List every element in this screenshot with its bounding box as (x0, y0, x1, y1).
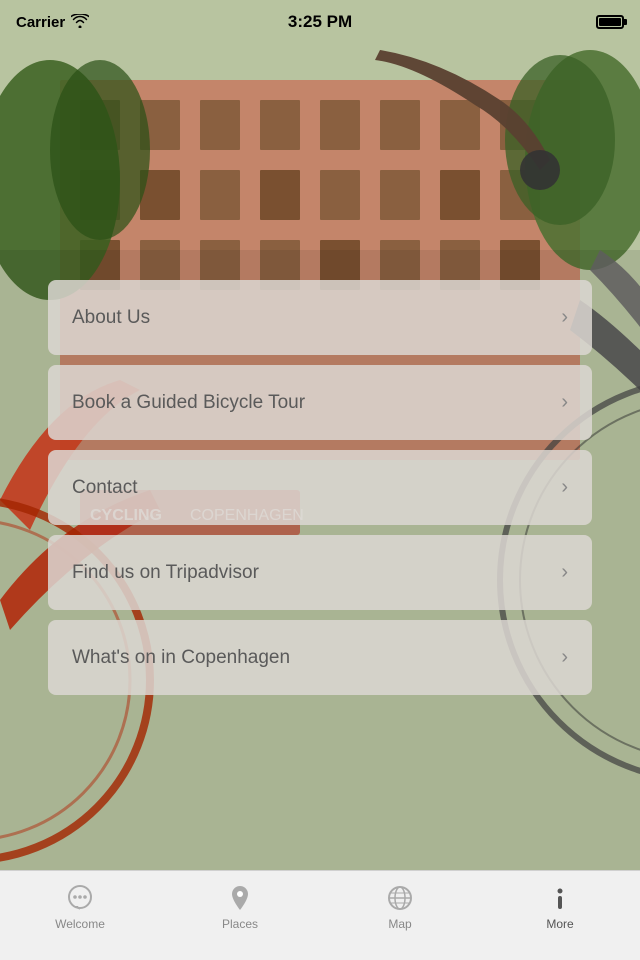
battery-icon (596, 15, 624, 29)
menu-item-whats-on[interactable]: What's on in Copenhagen › (48, 620, 592, 695)
menu-item-tripadvisor[interactable]: Find us on Tripadvisor › (48, 535, 592, 610)
menu-item-contact-label: Contact (72, 477, 137, 499)
tab-bar: Welcome Places Map (0, 870, 640, 960)
menu-item-book-tour[interactable]: Book a Guided Bicycle Tour › (48, 365, 592, 440)
wifi-icon (71, 14, 89, 31)
tab-more-label: More (546, 917, 573, 931)
tab-more[interactable]: More (480, 879, 640, 931)
menu-container: About Us › Book a Guided Bicycle Tour › … (48, 280, 592, 695)
chevron-icon-whats-on: › (561, 646, 568, 669)
chevron-icon-book-tour: › (561, 391, 568, 414)
tab-welcome-label: Welcome (55, 917, 105, 931)
status-bar: Carrier 3:25 PM (0, 0, 640, 44)
chevron-icon-contact: › (561, 476, 568, 499)
tab-places[interactable]: Places (160, 879, 320, 931)
tab-places-label: Places (222, 917, 258, 931)
menu-item-tripadvisor-label: Find us on Tripadvisor (72, 562, 259, 584)
menu-item-about-us-label: About Us (72, 307, 150, 329)
carrier-label: Carrier (16, 14, 65, 31)
menu-item-whats-on-label: What's on in Copenhagen (72, 647, 290, 669)
info-icon (545, 883, 575, 913)
location-icon (225, 883, 255, 913)
globe-icon (385, 883, 415, 913)
tab-welcome[interactable]: Welcome (0, 879, 160, 931)
tab-map[interactable]: Map (320, 879, 480, 931)
chat-icon (65, 883, 95, 913)
chevron-icon-tripadvisor: › (561, 561, 568, 584)
chevron-icon-about-us: › (561, 306, 568, 329)
tab-map-label: Map (388, 917, 411, 931)
menu-item-contact[interactable]: Contact › (48, 450, 592, 525)
time-display: 3:25 PM (288, 12, 352, 32)
menu-item-about-us[interactable]: About Us › (48, 280, 592, 355)
menu-item-book-tour-label: Book a Guided Bicycle Tour (72, 392, 305, 414)
